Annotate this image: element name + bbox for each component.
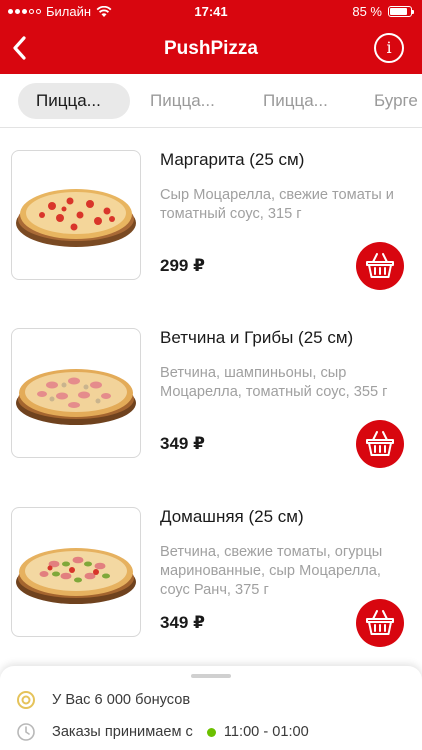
product-card[interactable]: Маргарита (25 см) Сыр Моцарелла, свежие … (0, 150, 422, 328)
product-description: Ветчина, шампиньоны, сыр Моцарелла, тома… (160, 365, 388, 400)
hours-row: Заказы принимаем с 11:00 - 01:00 (16, 722, 309, 742)
tab-pizza-2[interactable]: Пицца... (132, 83, 233, 119)
product-name: Ветчина и Грибы (25 см) (160, 328, 354, 347)
info-icon[interactable]: i (374, 33, 404, 63)
product-price: 349 ₽ (160, 613, 205, 632)
tab-burgers[interactable]: Бурге (356, 83, 422, 119)
nav-bar: PushPizza i (0, 24, 422, 72)
open-status-dot (206, 727, 216, 737)
product-price: 349 ₽ (160, 434, 205, 453)
basket-icon (366, 610, 394, 635)
bonus-text: У Вас 6 000 бонусов (52, 692, 191, 708)
basket-icon (366, 253, 394, 278)
clock-icon (17, 723, 35, 741)
hours-label: Заказы принимаем с (52, 724, 193, 740)
tab-pizza-3[interactable]: Пицца... (245, 83, 346, 119)
bonus-row: У Вас 6 000 бонусов (16, 690, 190, 710)
hours-value: 11:00 - 01:00 (223, 724, 309, 740)
coin-icon (17, 691, 35, 709)
product-description: Сыр Моцарелла, свежие томаты и томатный … (160, 187, 394, 222)
basket-icon (366, 431, 394, 456)
add-to-cart-button[interactable] (356, 242, 404, 290)
status-bar: Билайн 17:41 85 % (0, 0, 422, 22)
product-price: 299 ₽ (160, 256, 205, 275)
info-bottom-sheet[interactable]: У Вас 6 000 бонусов Заказы принимаем с 1… (0, 666, 422, 750)
product-description: Ветчина, свежие томаты, огурцы маринован… (160, 544, 383, 598)
drag-handle[interactable] (191, 674, 231, 678)
app-header: Билайн 17:41 85 % PushPizza i (0, 0, 422, 74)
category-tabs: Пицца... Пицца... Пицца... Бурге (0, 74, 422, 128)
product-name: Маргарита (25 см) (160, 150, 305, 169)
pizza-image[interactable] (11, 507, 141, 637)
product-card[interactable]: Ветчина и Грибы (25 см) Ветчина, шампинь… (0, 328, 422, 506)
add-to-cart-button[interactable] (356, 599, 404, 647)
page-title: PushPizza (164, 38, 258, 59)
product-card[interactable]: Домашняя (25 см) Ветчина, свежие томаты,… (0, 507, 422, 685)
battery-percent: 85 % (352, 4, 382, 19)
add-to-cart-button[interactable] (356, 420, 404, 468)
pizza-image[interactable] (11, 328, 141, 458)
tab-pizza-1[interactable]: Пицца... (18, 83, 130, 119)
pizza-image[interactable] (11, 150, 141, 280)
product-name: Домашняя (25 см) (160, 507, 304, 526)
battery-icon (388, 6, 414, 17)
